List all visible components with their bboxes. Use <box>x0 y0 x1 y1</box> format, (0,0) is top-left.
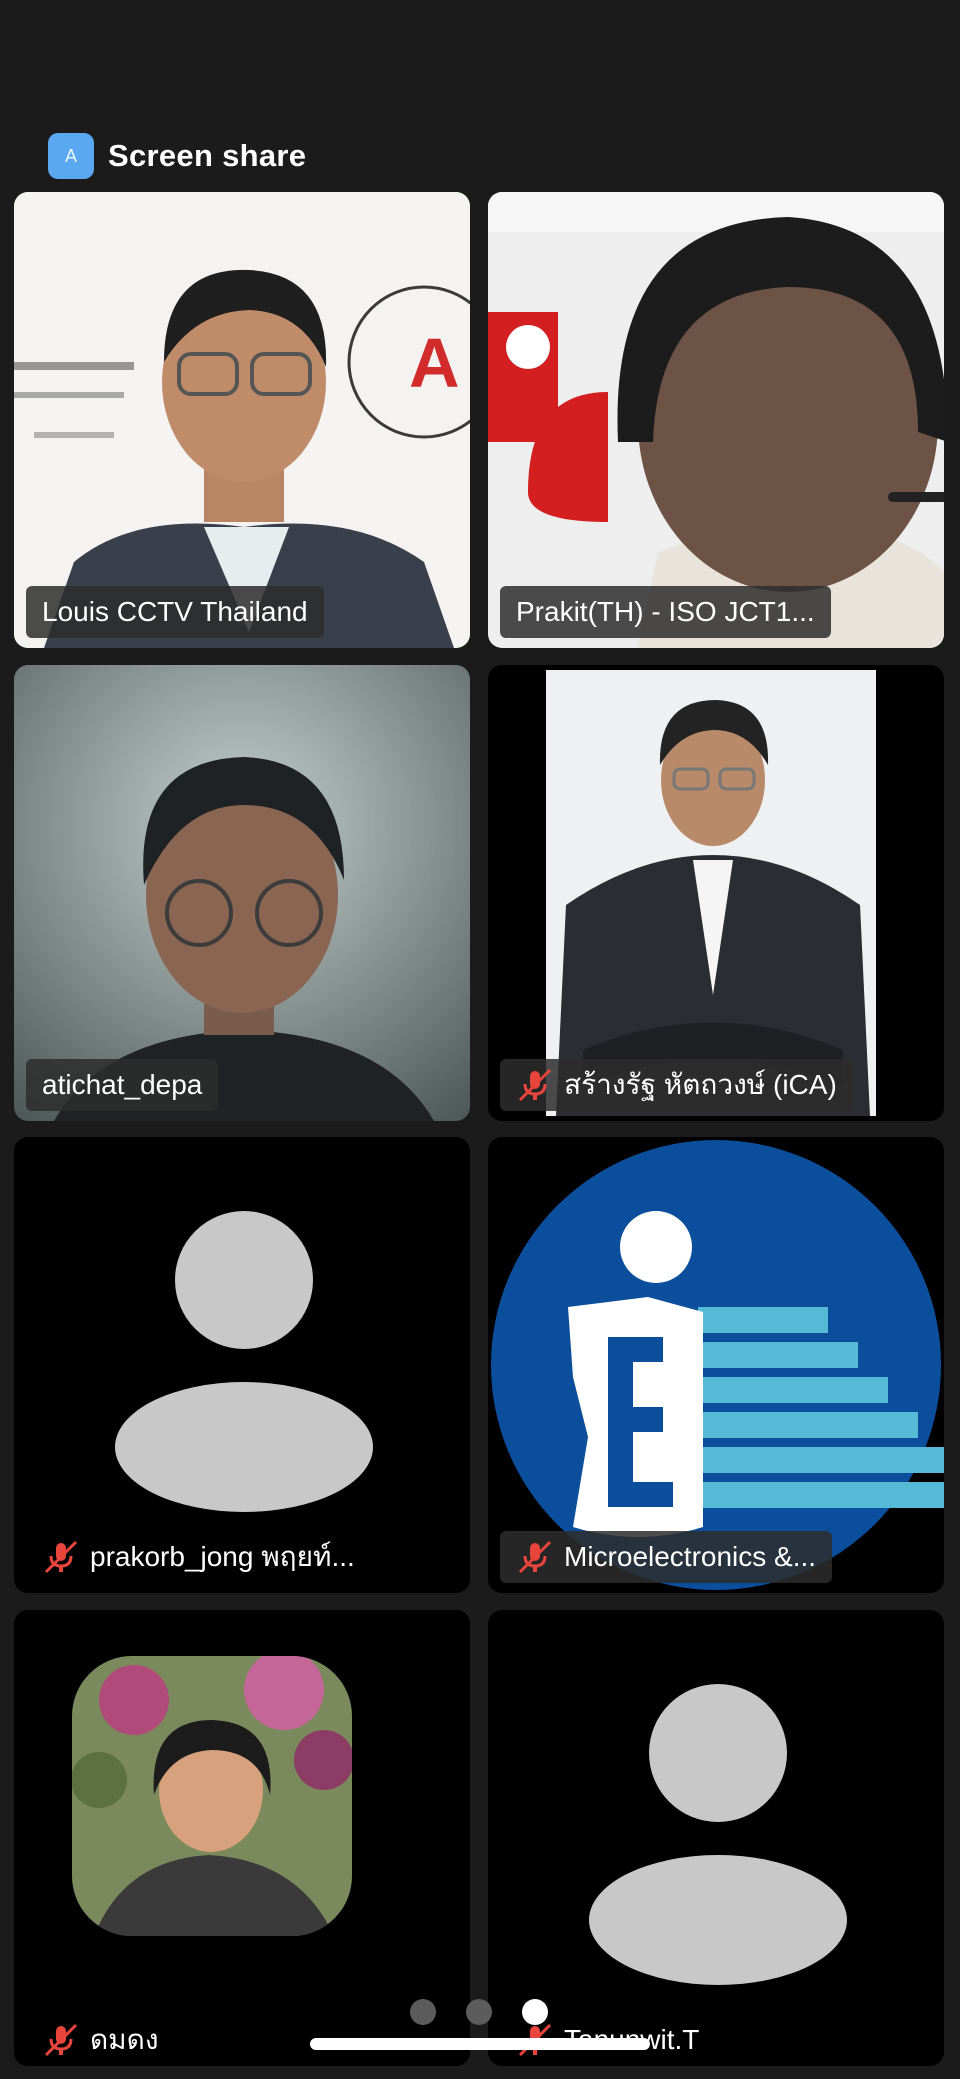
participant-name: Prakit(TH) - ISO JCT1... <box>516 596 815 627</box>
page-dot-current[interactable] <box>522 1999 548 2025</box>
participant-video <box>488 192 944 648</box>
avatar-placeholder-head <box>649 1684 787 1822</box>
avatar-placeholder-head <box>175 1211 313 1349</box>
participant-tile[interactable]: สร้างรัฐ หัตถวงษ์ (iCA) <box>488 665 944 1121</box>
participant-tile[interactable]: Prakit(TH) - ISO JCT1... <box>488 192 944 648</box>
svg-text:A: A <box>409 324 460 402</box>
participant-name: ดมดง <box>90 2024 159 2055</box>
avatar-placeholder-body <box>115 1382 373 1512</box>
mic-muted-icon <box>518 1540 552 1574</box>
mic-muted-icon <box>44 1540 78 1574</box>
page-indicator[interactable] <box>410 1999 548 2025</box>
participant-name: สร้างรัฐ หัตถวงษ์ (iCA) <box>564 1069 837 1100</box>
screen-share-badge: A <box>48 133 94 179</box>
participant-name-label: Prakit(TH) - ISO JCT1... <box>500 586 831 638</box>
avatar-placeholder-body <box>589 1855 847 1985</box>
participant-video: A <box>14 192 470 648</box>
screen-share-header[interactable]: A Screen share <box>48 133 306 179</box>
home-indicator[interactable] <box>310 2038 650 2050</box>
participant-video <box>14 665 470 1121</box>
mic-muted-icon <box>518 1068 552 1102</box>
participant-name-label: atichat_depa <box>26 1059 219 1111</box>
participant-name-label: Microelectronics &... <box>500 1531 833 1583</box>
participant-name-label: สร้างรัฐ หัตถวงษ์ (iCA) <box>500 1059 853 1111</box>
participant-video <box>488 1137 944 1593</box>
participant-video <box>14 1610 470 2066</box>
participant-video <box>488 665 944 1121</box>
participant-tile[interactable]: atichat_depa <box>14 665 470 1121</box>
participant-name: Louis CCTV Thailand <box>42 596 308 627</box>
participant-tile[interactable]: A Louis CCTV Thailand <box>14 192 470 648</box>
page-dot[interactable] <box>410 1999 436 2025</box>
participant-name-label: ดมดง <box>26 2014 175 2066</box>
screen-share-title: Screen share <box>108 138 307 173</box>
page-dot[interactable] <box>466 1999 492 2025</box>
participant-tile[interactable]: ดมดง <box>14 1610 470 2066</box>
participant-name: atichat_depa <box>42 1069 203 1100</box>
participant-name-label: Louis CCTV Thailand <box>26 586 324 638</box>
participant-tile[interactable]: prakorb_jong พฤยท์... <box>14 1137 470 1593</box>
participant-name: Microelectronics &... <box>564 1541 817 1572</box>
participant-tile[interactable]: Tanunwit.T <box>488 1610 944 2066</box>
participant-tile[interactable]: Microelectronics &... <box>488 1137 944 1593</box>
participant-name-label: prakorb_jong พฤยท์... <box>26 1531 371 1583</box>
participant-name: prakorb_jong พฤยท์... <box>90 1541 355 1572</box>
mic-muted-icon <box>44 2023 78 2057</box>
